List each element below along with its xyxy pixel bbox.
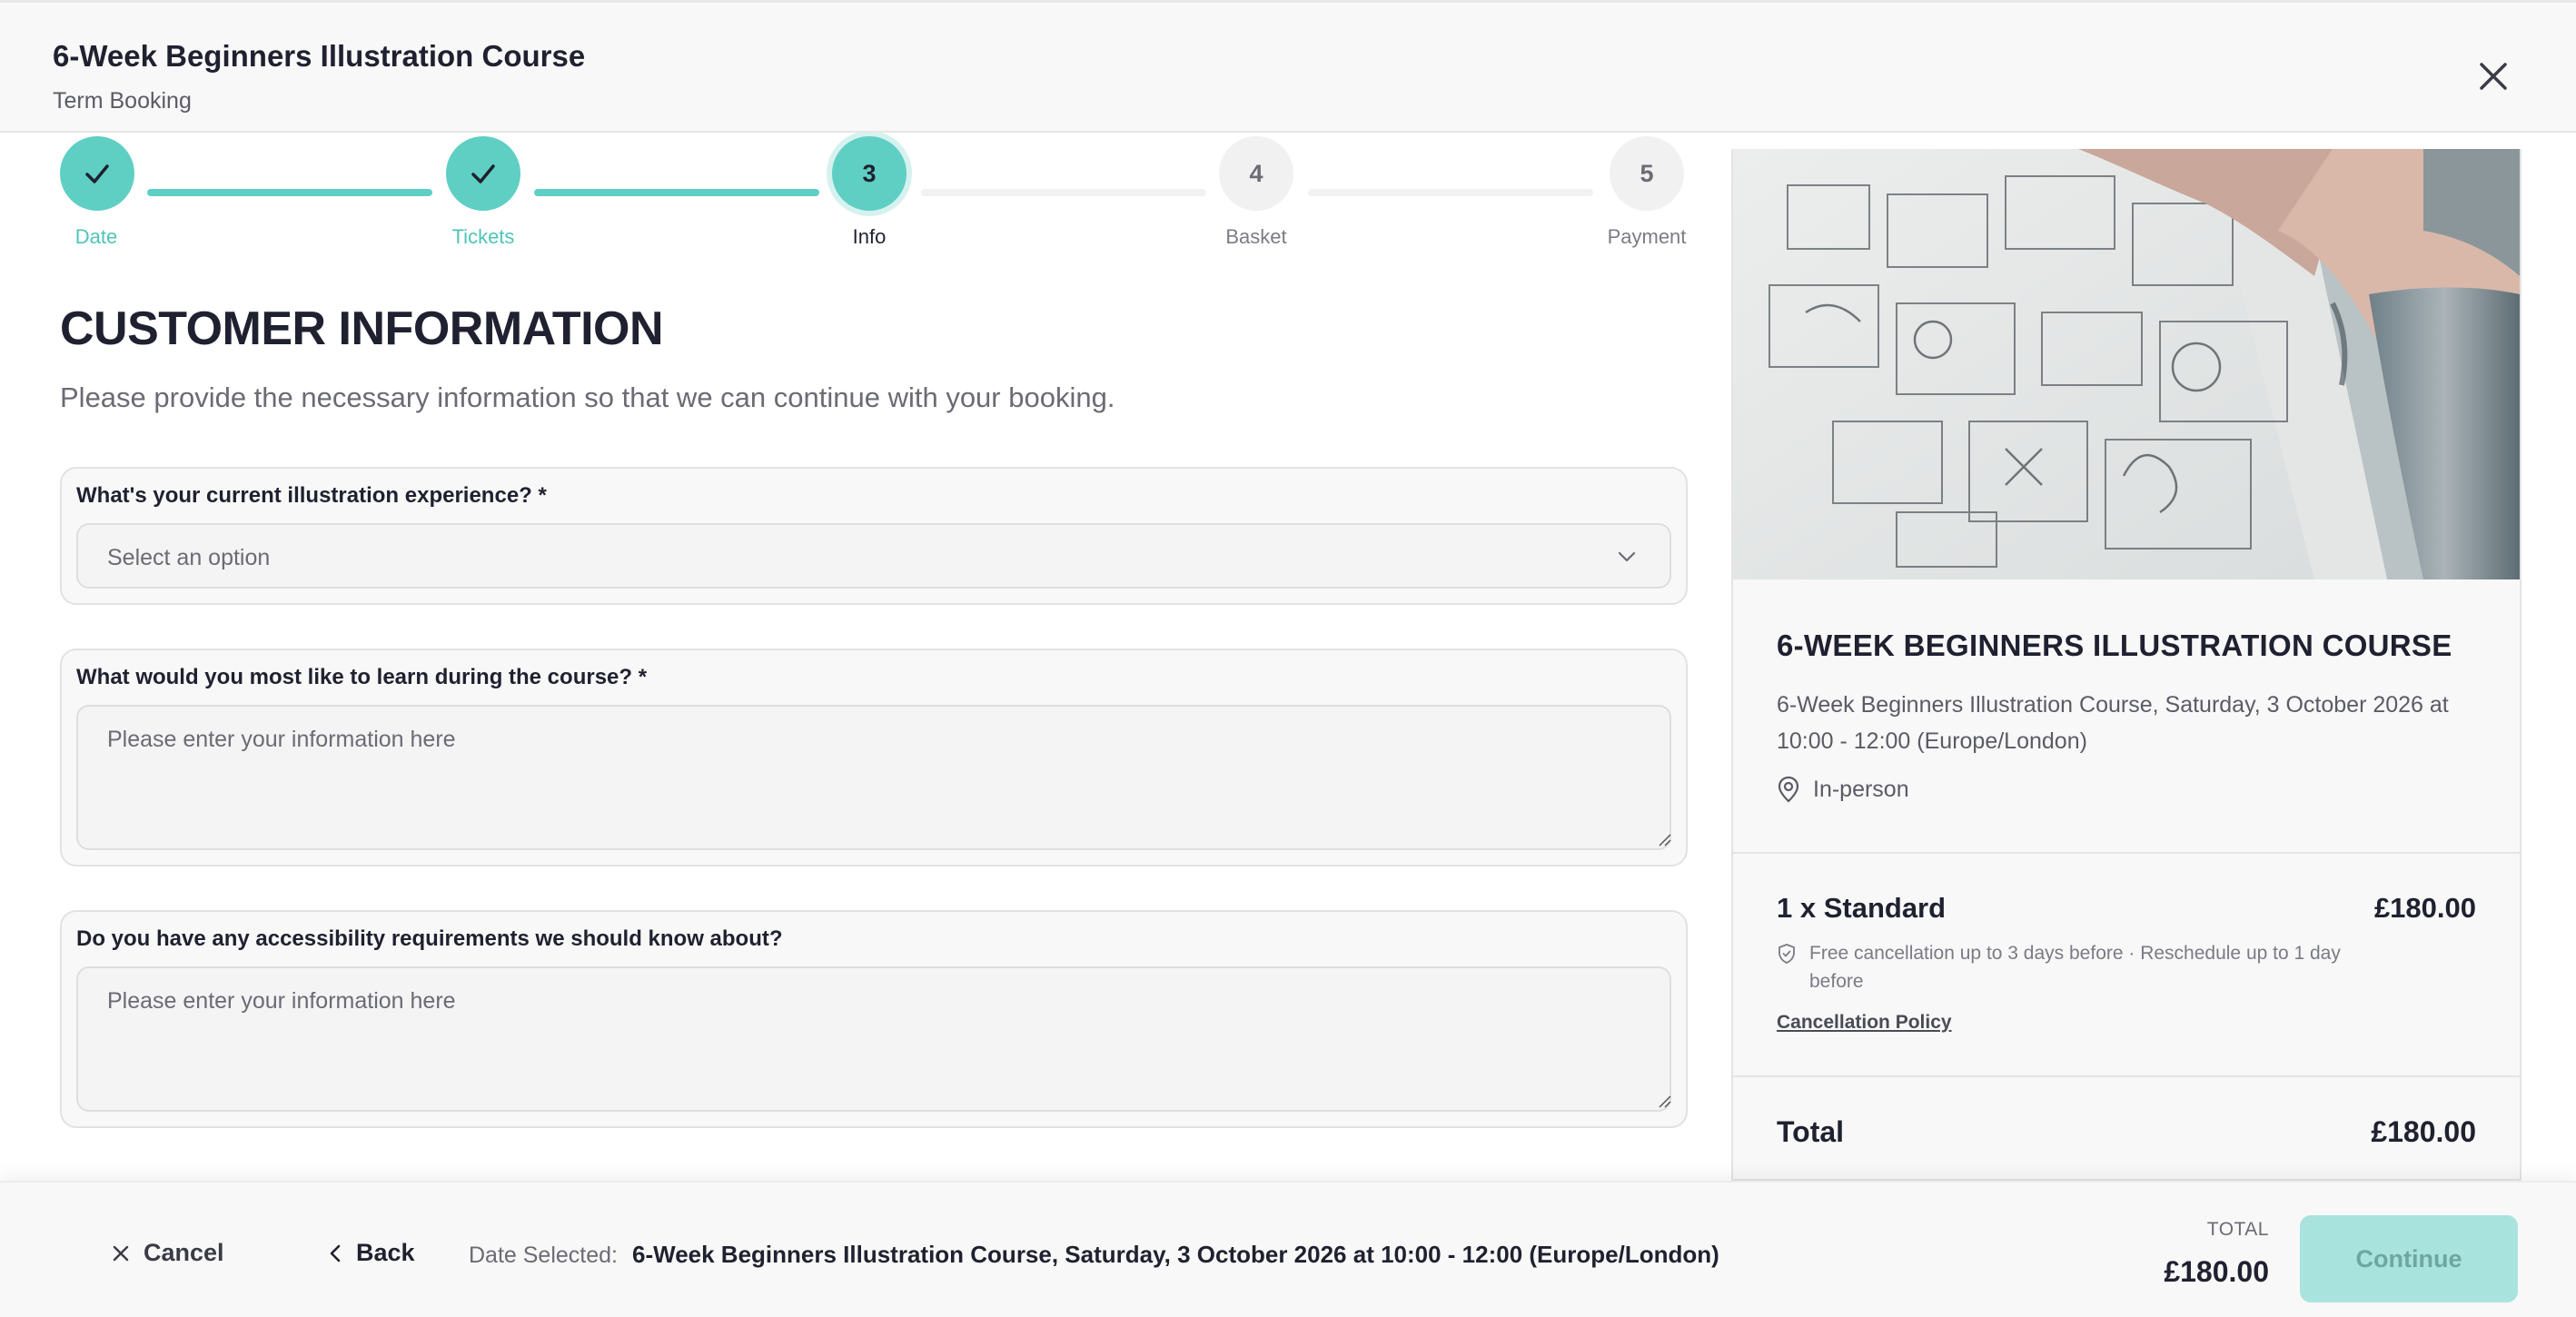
step-label-tickets: Tickets [451, 225, 515, 248]
question-label: What would you most like to learn during… [76, 665, 648, 689]
summary-divider [1733, 852, 2520, 854]
booking-footer: Cancel Back Date Selected: 6-Week Beginn… [0, 1181, 2576, 1317]
step-connector-4 [1308, 189, 1593, 196]
step-label-info: Info [852, 225, 887, 248]
step-date[interactable] [60, 136, 134, 211]
select-placeholder: Select an option [107, 545, 271, 570]
location-pin-icon [1778, 776, 1799, 803]
summary-course-description: 6-Week Beginners Illustration Course, Sa… [1777, 692, 2449, 754]
ticket-note-text: Free cancellation up to 3 days before · … [1809, 943, 2341, 992]
chevron-left-icon [330, 1244, 341, 1262]
ticket-cancellation-note: Free cancellation up to 3 days before · … [1777, 939, 2358, 995]
cancellation-policy-link[interactable]: Cancellation Policy [1777, 1012, 1952, 1034]
summary-location: In-person [1777, 776, 1909, 803]
accessibility-textarea[interactable] [76, 966, 1671, 1112]
booking-stepper: Date Tickets 3 Info 4 Basket 5 Payment [0, 133, 1726, 260]
page-title: CUSTOMER INFORMATION [60, 302, 664, 355]
question-card-learning-goals: What would you most like to learn during… [60, 649, 1688, 866]
summary-total-value: £180.00 [2371, 1115, 2476, 1148]
close-icon [113, 1245, 129, 1261]
back-button[interactable]: Back [327, 1239, 415, 1267]
step-label-date: Date [74, 225, 118, 248]
modal-subtitle: Term Booking [53, 88, 192, 114]
location-text: In-person [1813, 776, 1909, 802]
footer-total-amount: £180.00 [2164, 1255, 2269, 1288]
step-label-payment: Payment [1607, 225, 1687, 248]
date-selected-label: Date Selected: [469, 1243, 618, 1268]
step-tickets[interactable] [446, 136, 520, 211]
step-label-basket: Basket [1225, 225, 1287, 248]
ticket-price: £180.00 [2373, 892, 2476, 924]
experience-select[interactable]: Select an option [76, 523, 1671, 589]
modal-header: 6-Week Beginners Illustration Course Ter… [0, 0, 2576, 133]
date-selected-value: 6-Week Beginners Illustration Course, Sa… [632, 1241, 1719, 1268]
step-number: 5 [1640, 159, 1654, 187]
step-connector-3 [921, 189, 1206, 196]
continue-button[interactable]: Continue [2300, 1215, 2518, 1302]
step-connector-2 [534, 189, 819, 196]
summary-divider [1733, 1075, 2520, 1077]
page-description: Please provide the necessary information… [60, 381, 1115, 413]
course-image [1733, 149, 2520, 579]
step-basket: 4 [1219, 136, 1293, 211]
modal-title: 6-Week Beginners Illustration Course [53, 39, 586, 73]
back-label: Back [356, 1239, 415, 1266]
question-card-accessibility: Do you have any accessibility requiremen… [60, 910, 1688, 1128]
step-number: 3 [862, 159, 877, 187]
shield-check-icon [1778, 944, 1795, 964]
question-label: Do you have any accessibility requiremen… [76, 926, 783, 951]
cancel-button[interactable]: Cancel [111, 1239, 224, 1267]
check-icon [85, 164, 109, 183]
step-connector-1 [147, 189, 432, 196]
learning-goals-textarea[interactable] [76, 705, 1671, 850]
close-icon [2480, 63, 2507, 90]
footer-total-caption: TOTAL [2206, 1219, 2269, 1240]
step-number: 4 [1249, 159, 1263, 187]
close-button[interactable] [2472, 55, 2514, 97]
sketchbook-illustration [1733, 149, 2520, 579]
question-card-experience: What's your current illustration experie… [60, 467, 1688, 605]
check-icon [471, 164, 495, 183]
cancel-label: Cancel [144, 1239, 224, 1266]
chevron-down-icon [1618, 551, 1636, 562]
ticket-name: 1 x Standard [1777, 892, 1947, 924]
summary-course-title: 6-WEEK BEGINNERS ILLUSTRATION COURSE [1777, 629, 2452, 662]
step-info[interactable]: 3 [832, 136, 907, 211]
summary-total-label: Total [1777, 1115, 1845, 1148]
booking-summary: 6-WEEK BEGINNERS ILLUSTRATION COURSE 6-W… [1731, 149, 2522, 1181]
step-payment: 5 [1610, 136, 1684, 211]
question-label: What's your current illustration experie… [76, 483, 547, 508]
